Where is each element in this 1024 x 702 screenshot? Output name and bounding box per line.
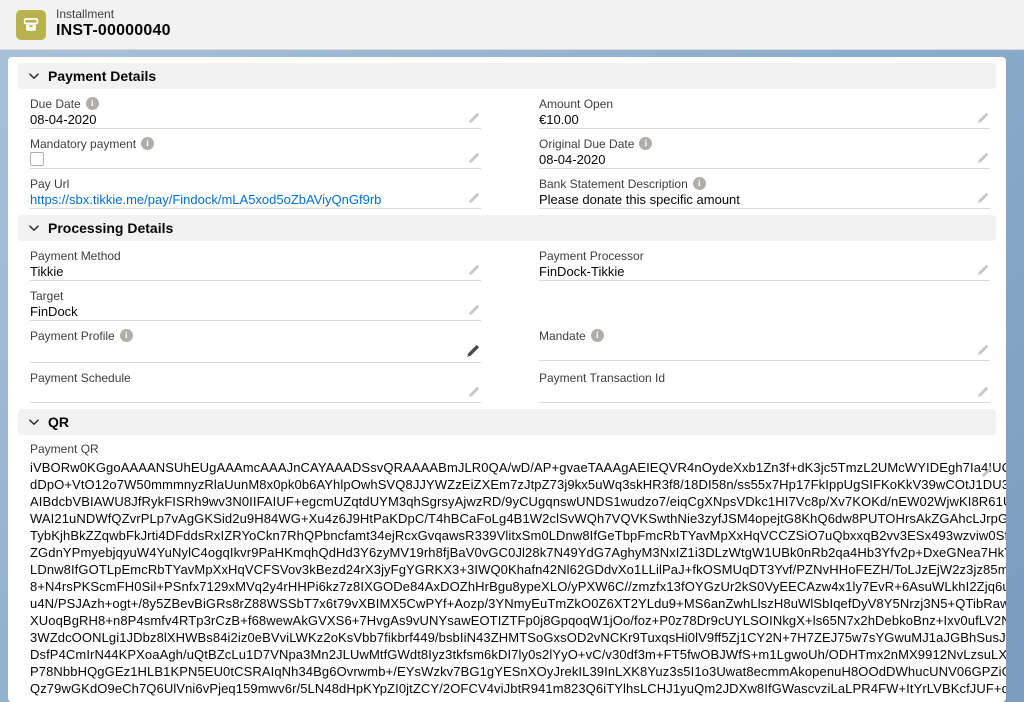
field-value: 08-04-2020 <box>539 152 606 167</box>
field-payment-method: Payment Method Tikkie <box>30 248 481 281</box>
field-value: FinDock <box>30 304 78 319</box>
empty-grid-cell <box>539 288 990 321</box>
field-payment-qr: Payment QR iVBORw0KGgoAAAANSUhEUgAAAmcAA… <box>18 441 996 697</box>
field-label: Payment Transaction Id <box>539 371 665 385</box>
field-amount-open: Amount Open €10.00 <box>539 96 990 129</box>
edit-pencil-icon[interactable] <box>467 385 481 399</box>
field-payment-processor: Payment Processor FinDock-Tikkie <box>539 248 990 281</box>
field-bank-statement-description: Bank Statement Description i Please dona… <box>539 176 990 209</box>
info-icon[interactable]: i <box>86 97 99 110</box>
qr-text-line: WAI21uNDWfQZvrPLp7vAgGKSid2u9H84WG+Xu4z6… <box>30 510 994 527</box>
field-label: Bank Statement Description <box>539 177 688 191</box>
record-header: Installment INST-00000040 <box>0 0 1024 50</box>
edit-pencil-icon[interactable] <box>465 343 481 359</box>
field-label: Payment Method <box>30 249 121 263</box>
chevron-down-icon <box>28 222 40 234</box>
section-title: Payment Details <box>48 68 156 84</box>
info-icon[interactable]: i <box>693 177 706 190</box>
installment-box-icon <box>16 10 46 40</box>
section-title: QR <box>48 414 69 430</box>
field-value: Please donate this specific amount <box>539 192 740 207</box>
field-payment-transaction-id: Payment Transaction Id <box>539 370 990 403</box>
field-label: Payment QR <box>30 442 99 456</box>
qr-text-line: u4N/PSJAzh+ogt+/8y5ZBevBiGRs8rZ88WSSbT7x… <box>30 595 994 612</box>
edit-pencil-icon[interactable] <box>467 191 481 205</box>
qr-text-line: Qz79wGKdO9eCh7Q6UlVni6vPjeq159mwv6r/5LN4… <box>30 680 994 697</box>
field-value: Tikkie <box>30 264 63 279</box>
qr-text-line: ZGdnYPmyebjqyuW4YuNylC4ogqIkvr9PaHKmqhQd… <box>30 544 994 561</box>
info-icon[interactable]: i <box>120 329 133 342</box>
qr-text-line: XUoqBgRH8+n8P4smfv4RTp3rCzB+f68wewAkGVXS… <box>30 612 994 629</box>
field-value: FinDock-Tikkie <box>539 264 624 279</box>
chevron-down-icon <box>28 70 40 82</box>
edit-pencil-icon[interactable] <box>976 191 990 205</box>
field-pay-url: Pay Url https://sbx.tikkie.me/pay/Findoc… <box>30 176 481 209</box>
section-header-processing-details[interactable]: Processing Details <box>18 215 996 241</box>
edit-pencil-icon[interactable] <box>467 151 481 165</box>
entity-label: Installment <box>56 8 171 22</box>
payment-qr-value: iVBORw0KGgoAAAANSUhEUgAAAmcAAAJnCAYAAADS… <box>30 459 994 697</box>
info-icon[interactable]: i <box>141 137 154 150</box>
chevron-down-icon <box>28 416 40 428</box>
field-payment-profile: Payment Profile i <box>30 328 481 363</box>
field-label: Payment Processor <box>539 249 644 263</box>
qr-text-line: 3WZdcOONLgi1JDbz8lXHWBs84i2iz0eBVviLWKz2… <box>30 629 994 646</box>
field-target: Target FinDock <box>30 288 481 321</box>
field-payment-schedule: Payment Schedule <box>30 370 481 403</box>
payment-details-grid: Due Date i 08-04-2020 Amount Open €10.00 <box>18 89 996 209</box>
section-title: Processing Details <box>48 220 173 236</box>
page-background: Payment Details Due Date i 08-04-2020 Am… <box>0 50 1024 702</box>
field-label: Due Date <box>30 97 81 111</box>
info-icon[interactable]: i <box>591 329 604 342</box>
info-icon[interactable]: i <box>639 137 652 150</box>
qr-text-line: AIBdcbVBIAWU8JfRykFISRh9wv3N0IIFAIUF+egc… <box>30 493 994 510</box>
edit-pencil-icon[interactable] <box>980 465 994 479</box>
qr-text-line: DsfP4CmIrN44KPXoaAgh/uQtBZcLu1D7VNpa3Mn2… <box>30 646 994 663</box>
edit-pencil-icon[interactable] <box>467 111 481 125</box>
field-due-date: Due Date i 08-04-2020 <box>30 96 481 129</box>
edit-pencil-icon[interactable] <box>976 111 990 125</box>
field-value: €10.00 <box>539 112 579 127</box>
edit-pencil-icon[interactable] <box>467 303 481 317</box>
qr-text-line: dDpO+VtO12o7W50mmmnyzRlaUunM8x0pk0b6AYhl… <box>30 476 994 493</box>
qr-text-line: TybKjhBkZZqwbFkJrti4DFddsRxIZRYoCkn7RhQP… <box>30 527 994 544</box>
field-value: 08-04-2020 <box>30 112 97 127</box>
edit-pencil-icon[interactable] <box>976 385 990 399</box>
page-title: INST-00000040 <box>56 22 171 40</box>
section-header-payment-details[interactable]: Payment Details <box>18 63 996 89</box>
field-label: Amount Open <box>539 97 613 111</box>
field-label: Original Due Date <box>539 137 634 151</box>
field-mandate: Mandate i <box>539 328 990 363</box>
field-original-due-date: Original Due Date i 08-04-2020 <box>539 136 990 169</box>
record-detail-card: Payment Details Due Date i 08-04-2020 Am… <box>8 57 1006 702</box>
field-label: Payment Schedule <box>30 371 131 385</box>
qr-text-line: LDnw8IfGOTLpEmcRbTYavMpXxHqVCFSVov3kBezd… <box>30 561 994 578</box>
section-header-qr[interactable]: QR <box>18 409 996 435</box>
mandatory-payment-checkbox[interactable] <box>30 152 44 166</box>
field-label: Mandatory payment <box>30 137 136 151</box>
field-label: Pay Url <box>30 177 69 191</box>
pay-url-link[interactable]: https://sbx.tikkie.me/pay/Findock/mLA5xo… <box>30 192 381 207</box>
processing-details-grid: Payment Method Tikkie Payment Processor … <box>18 241 996 403</box>
qr-text-line: P78NbbHQgGEz1HLB1KPN5EU0tCSRAIqNh34Bg6Ov… <box>30 663 994 680</box>
edit-pencil-icon[interactable] <box>976 263 990 277</box>
qr-text-line: iVBORw0KGgoAAAANSUhEUgAAAmcAAAJnCAYAAADS… <box>30 459 994 476</box>
edit-pencil-icon[interactable] <box>976 343 990 357</box>
field-label: Payment Profile <box>30 329 115 343</box>
field-mandatory-payment: Mandatory payment i <box>30 136 481 169</box>
edit-pencil-icon[interactable] <box>467 263 481 277</box>
edit-pencil-icon[interactable] <box>976 151 990 165</box>
field-label: Mandate <box>539 329 586 343</box>
field-label: Target <box>30 289 63 303</box>
qr-text-line: 8+N4rsPKScmFH0Sil+PSnfx7129xMVq2y4rHHPi6… <box>30 578 994 595</box>
